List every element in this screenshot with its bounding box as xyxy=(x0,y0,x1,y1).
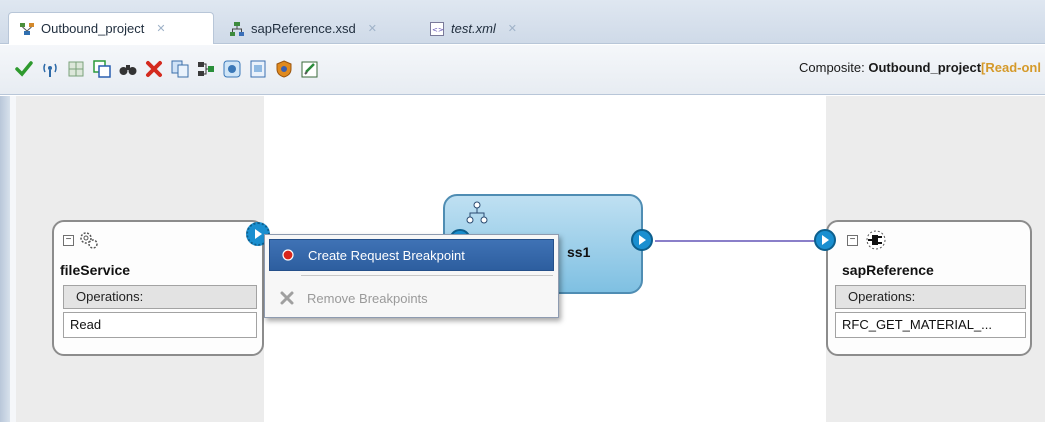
readonly-status: [Read-onl xyxy=(981,60,1041,75)
tab-test-xml[interactable]: <> test.xml ✕ xyxy=(418,12,548,44)
operations-header: Operations: xyxy=(63,285,257,309)
wireless-icon[interactable] xyxy=(40,59,60,79)
service-name: fileService xyxy=(60,262,131,278)
grey-x-icon xyxy=(279,290,295,306)
operation-row[interactable]: Read xyxy=(63,312,257,338)
gears-icon xyxy=(78,229,100,251)
tab-label: Outbound_project xyxy=(41,21,145,36)
close-icon[interactable]: ✕ xyxy=(156,22,165,35)
tab-label: test.xml xyxy=(451,21,496,36)
flow-icon[interactable] xyxy=(196,59,216,79)
editor-tab-strip: Outbound_project ✕ sapReference.xsd ✕ <>… xyxy=(0,0,1045,44)
menu-item-label: Create Request Breakpoint xyxy=(308,247,465,263)
copy-icon[interactable] xyxy=(170,59,190,79)
validate-check-icon[interactable] xyxy=(14,59,34,79)
collapse-toggle[interactable]: − xyxy=(847,235,858,246)
svg-text:<>: <> xyxy=(432,26,444,34)
composite-icon xyxy=(19,21,35,37)
document-icon[interactable] xyxy=(248,59,268,79)
red-dot-icon xyxy=(280,247,296,263)
process-name: ss1 xyxy=(567,244,591,260)
plug-adapter-icon xyxy=(864,228,888,252)
xml-icon: <> xyxy=(429,21,445,37)
layers-icon[interactable] xyxy=(92,59,112,79)
reference-port-icon[interactable] xyxy=(814,229,836,251)
tab-outbound-project[interactable]: Outbound_project ✕ xyxy=(8,12,214,44)
wire-connection[interactable] xyxy=(655,240,816,242)
reference-name: sapReference xyxy=(842,262,934,278)
create-request-breakpoint-item[interactable]: Create Request Breakpoint xyxy=(269,239,554,271)
delete-x-icon[interactable] xyxy=(144,59,164,79)
tab-label: sapReference.xsd xyxy=(251,21,356,36)
process-hierarchy-icon xyxy=(466,201,488,225)
remove-breakpoints-item[interactable]: Remove Breakpoints xyxy=(269,282,554,314)
binoculars-icon[interactable] xyxy=(118,59,138,79)
composite-prefix: Composite: xyxy=(799,60,869,75)
tab-sapreference-xsd[interactable]: sapReference.xsd ✕ xyxy=(218,12,414,44)
edit-icon[interactable] xyxy=(300,59,320,79)
menu-item-label: Remove Breakpoints xyxy=(307,290,428,306)
collapse-toggle[interactable]: − xyxy=(63,235,74,246)
operation-row[interactable]: RFC_GET_MATERIAL_... xyxy=(835,312,1026,338)
composite-title: Composite: Outbound_project[Read-onl xyxy=(799,60,1041,75)
grid-icon[interactable] xyxy=(66,59,86,79)
process-output-port-icon[interactable] xyxy=(631,229,653,251)
menu-separator xyxy=(301,275,553,276)
close-icon[interactable]: ✕ xyxy=(368,22,377,35)
composite-name: Outbound_project xyxy=(868,60,982,75)
component-icon[interactable] xyxy=(222,59,242,79)
canvas-left-edge xyxy=(0,96,10,422)
shield-icon[interactable] xyxy=(274,59,294,79)
operations-header: Operations: xyxy=(835,285,1026,309)
composite-toolbar: Composite: Outbound_project[Read-onl xyxy=(0,45,1045,95)
schema-icon xyxy=(229,21,245,37)
close-icon[interactable]: ✕ xyxy=(508,22,517,35)
context-menu: Create Request Breakpoint Remove Breakpo… xyxy=(264,234,559,318)
